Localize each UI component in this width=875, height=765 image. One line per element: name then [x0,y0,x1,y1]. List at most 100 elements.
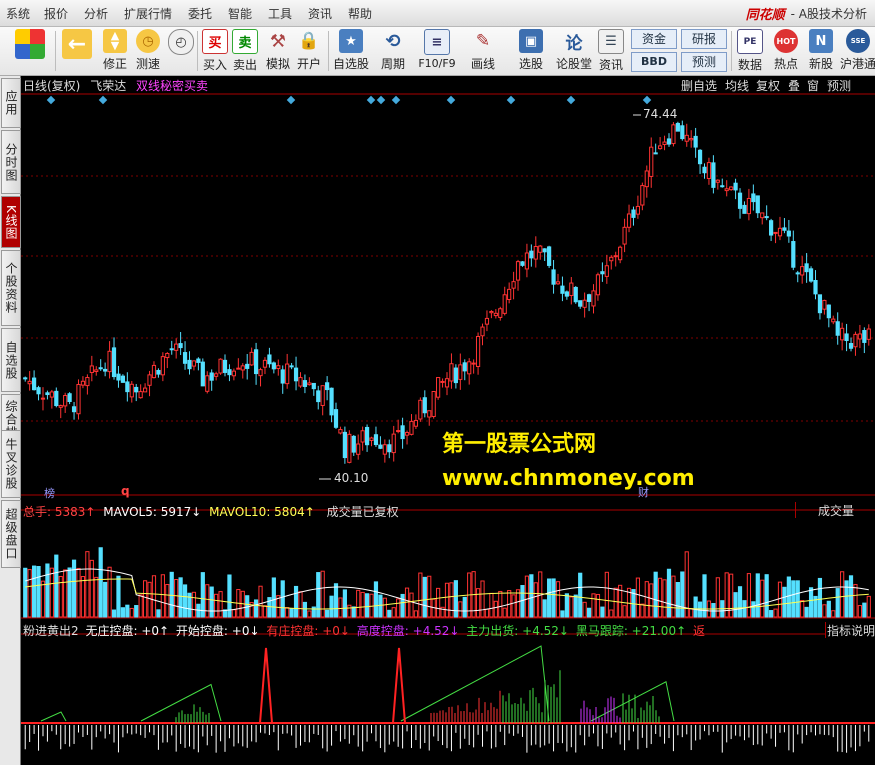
volume-bar [804,606,809,618]
candle-body [276,365,281,370]
volume-bar [840,571,845,618]
candle-body [782,227,787,231]
brand-logo: 同花顺 [745,8,785,23]
sidebar-item-apps[interactable]: 应用 [1,78,21,128]
candle-body [591,290,596,307]
window-button[interactable]: 窗 [807,77,819,94]
volume-bar [578,572,583,618]
hk-connect-button[interactable]: SSE 沪港通 [840,29,875,73]
menu-tools[interactable]: 工具 [268,5,292,22]
candle-body [342,431,347,459]
menu-analysis[interactable]: 分析 [84,5,108,22]
candle-body [236,367,241,370]
forecast-button[interactable]: 预测 [827,77,851,94]
f10-button[interactable]: ≡ F10/F9 [416,29,458,73]
chart-area[interactable]: 日线(复权) 飞荣达 双线秘密买卖 删自选 均线 复权 叠 窗 预测 74.44… [21,76,875,765]
candle-body [613,255,618,258]
volume-note: 成交量已复权 [326,505,399,519]
q-marker[interactable]: q [121,484,130,498]
back-arrow-icon: ← [62,29,92,59]
candle-body [431,391,436,417]
sidebar-item-watchlist[interactable]: 自选股 [1,328,21,392]
volume-bar [808,587,814,618]
volume-bar [67,567,72,618]
bang-marker[interactable]: 榜 [44,485,55,501]
volume-bar [844,580,849,618]
bbd-label[interactable]: BBD [631,52,677,72]
sidebar-item-kline[interactable]: K线图 [1,196,21,248]
remove-watchlist-button[interactable]: 删自选 [681,77,717,94]
candle-body [769,220,774,236]
hot-button[interactable]: HOT 热点 [771,29,801,73]
candle-body [214,373,219,377]
simulate-button[interactable]: ⚒ 模拟 [263,29,293,73]
candle-body [449,363,454,382]
candle-body [196,358,201,363]
menu-system[interactable]: 系统 [6,5,30,22]
back-button[interactable]: ← [60,29,94,73]
fix-button[interactable]: ▲ ▼ 修正 [100,29,130,73]
forecast-label[interactable]: 预测 [681,52,727,72]
candle-body [178,343,183,349]
volume-bar [453,580,458,618]
stock-screen-button[interactable]: ▣ 选股 [514,29,548,73]
menu-quote[interactable]: 报价 [44,5,68,22]
candle-body [711,162,716,188]
menu-news[interactable]: 资讯 [308,5,332,22]
news-button[interactable]: ☰ 资讯 [596,29,626,73]
period-label[interactable]: 日线(复权) [23,79,80,93]
speedtest-button[interactable]: ◷ 测速 [133,29,163,73]
candle-body [205,375,210,392]
candle-body [156,369,161,375]
volume-bar [786,576,791,618]
clock2-button[interactable]: ◴ [166,29,196,73]
period-button[interactable]: ⟲ 周期 [376,29,410,73]
watchlist-label: 自选股 [332,57,369,71]
buy-button[interactable]: 买 买入 [201,29,229,73]
candle-body [800,266,805,276]
forum-button[interactable]: 论 论股堂 [556,29,592,73]
indicator-header: 粉进黄出2 无庄控盘: +0↑ 开始控盘: +0↓ 有庄控盘: +0↓ 高度控盘… [23,622,705,639]
indicator-name[interactable]: 粉进黄出2 [23,624,79,638]
sidebar-item-intraday[interactable]: 分时图 [1,130,21,194]
volume-bar [342,589,347,618]
open-account-button[interactable]: 🔒 开户 [295,29,323,73]
period-label: 周期 [380,57,405,71]
draw-line-button[interactable]: ✎ 画线 [466,29,500,73]
candle-body [67,393,72,402]
kline-chart[interactable] [21,76,875,765]
watchlist-button[interactable]: ★ 自选股 [332,29,370,73]
sidebar-item-depth[interactable]: 超级盘口 [1,500,21,568]
candle-body [866,328,871,340]
volume-bar [835,588,840,618]
candle-body [289,365,294,368]
formula-name[interactable]: 双线秘密买卖 [136,79,208,93]
menu-extended[interactable]: 扩展行情 [124,5,172,22]
volume-tab[interactable]: 成交量 [795,502,875,518]
candle-body [475,335,481,367]
candle-body [147,374,152,386]
sell-button[interactable]: 卖 卖出 [231,29,259,73]
volume-bar [125,604,130,618]
volume-bar [822,604,827,618]
indicator-help-tab[interactable]: 指标说明 [825,622,875,638]
data-button[interactable]: PE 数据 [735,29,765,73]
menu-help[interactable]: 帮助 [348,5,372,22]
overlay-button[interactable]: 叠 [788,77,800,94]
candle-body [684,134,689,142]
ipo-button[interactable]: N 新股 [806,29,836,73]
menu-order[interactable]: 委托 [188,5,212,22]
sidebar-item-diagnosis[interactable]: 牛叉诊股 [1,430,21,498]
menu-smart[interactable]: 智能 [228,5,252,22]
ma-button[interactable]: 均线 [725,77,749,94]
layout-button[interactable] [10,29,50,73]
adjust-button[interactable]: 复权 [756,77,780,94]
volume-bar [98,547,103,618]
volume-bar [480,580,485,618]
candle-body [857,333,863,340]
volume-bar [760,579,765,618]
research-button[interactable]: 研报 预测 [681,29,727,73]
fund-flow-button[interactable]: 资金 BBD [631,29,677,73]
volume-bar [449,582,454,618]
sidebar-item-profile[interactable]: 个股资料 [1,250,21,326]
